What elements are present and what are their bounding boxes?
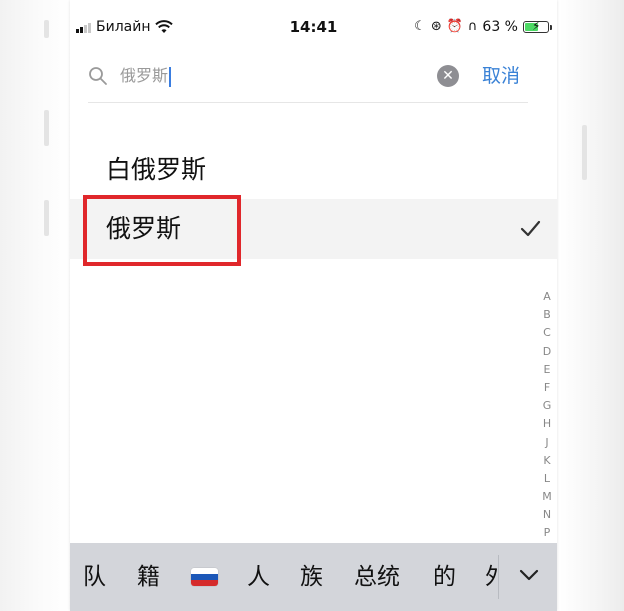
moon-icon: ☾ [414, 19, 426, 34]
volume-up-button [44, 110, 49, 146]
checkmark-icon [520, 220, 541, 237]
battery-percent: 63 % [482, 19, 518, 35]
index-letter[interactable]: G [543, 397, 552, 415]
search-divider [88, 102, 528, 103]
index-letter[interactable]: L [544, 470, 550, 488]
index-letter[interactable]: N [543, 506, 551, 524]
search-icon [89, 67, 107, 85]
volume-down-button [44, 200, 49, 236]
clear-search-icon[interactable]: ✕ [437, 65, 459, 87]
chevron-down-icon[interactable] [517, 563, 541, 587]
headphones-icon: ∩ [467, 19, 478, 34]
cancel-button[interactable]: 取消 [482, 61, 520, 91]
status-bar: Билайн 14:41 ☾ ⊛ ⏰ ∩ 63 % ⚡ [70, 14, 557, 40]
annotation-highlight-box [83, 195, 241, 266]
status-right: ☾ ⊛ ⏰ ∩ 63 % ⚡ [414, 14, 552, 40]
text-cursor [169, 66, 172, 87]
suggestion-item[interactable]: 籍 [137, 543, 160, 611]
suggestion-item[interactable]: 外 [485, 543, 497, 611]
suggestion-item[interactable]: 的 [433, 543, 456, 611]
phone-screen: Билайн 14:41 ☾ ⊛ ⏰ ∩ 63 % ⚡ 俄罗斯 ✕ 取消 白俄罗… [70, 0, 557, 611]
index-letter[interactable]: A [543, 288, 551, 306]
suggestion-item[interactable]: 总统 [354, 543, 400, 611]
russia-flag-emoji[interactable] [191, 568, 218, 586]
suggestion-item[interactable]: 族 [300, 543, 323, 611]
index-letter[interactable]: J [545, 434, 548, 452]
keyboard-suggestion-bar: 队 籍 人 族 总统 的 外 [70, 543, 557, 611]
power-button [582, 125, 587, 180]
search-bar: 俄罗斯 ✕ 取消 [80, 56, 552, 100]
index-letter[interactable]: H [543, 415, 551, 433]
index-letter[interactable]: K [543, 452, 550, 470]
result-label: 白俄罗斯 [106, 155, 207, 184]
alarm-icon: ⏰ [446, 19, 463, 34]
mute-switch [44, 20, 49, 38]
result-item-belarus[interactable]: 白俄罗斯 [70, 140, 557, 200]
suggestion-item[interactable]: 人 [247, 543, 270, 611]
search-query: 俄罗斯 [120, 66, 169, 85]
index-letter[interactable]: P [544, 524, 551, 542]
index-letter[interactable]: E [544, 361, 551, 379]
rotation-lock-icon: ⊛ [430, 19, 442, 34]
charging-bolt-icon: ⚡ [532, 19, 541, 33]
suggestion-divider [498, 555, 499, 599]
index-letter[interactable]: C [543, 324, 551, 342]
search-input[interactable]: 俄罗斯 [120, 64, 420, 88]
suggestion-item[interactable]: 队 [83, 543, 106, 611]
index-letter[interactable]: F [544, 379, 550, 397]
index-letter[interactable]: B [543, 306, 551, 324]
index-letter[interactable]: M [542, 488, 552, 506]
index-letter[interactable]: D [543, 343, 551, 361]
battery-icon: ⚡ [523, 19, 552, 33]
alphabet-index[interactable]: ABCDEFGHJKLMNP [536, 288, 558, 543]
